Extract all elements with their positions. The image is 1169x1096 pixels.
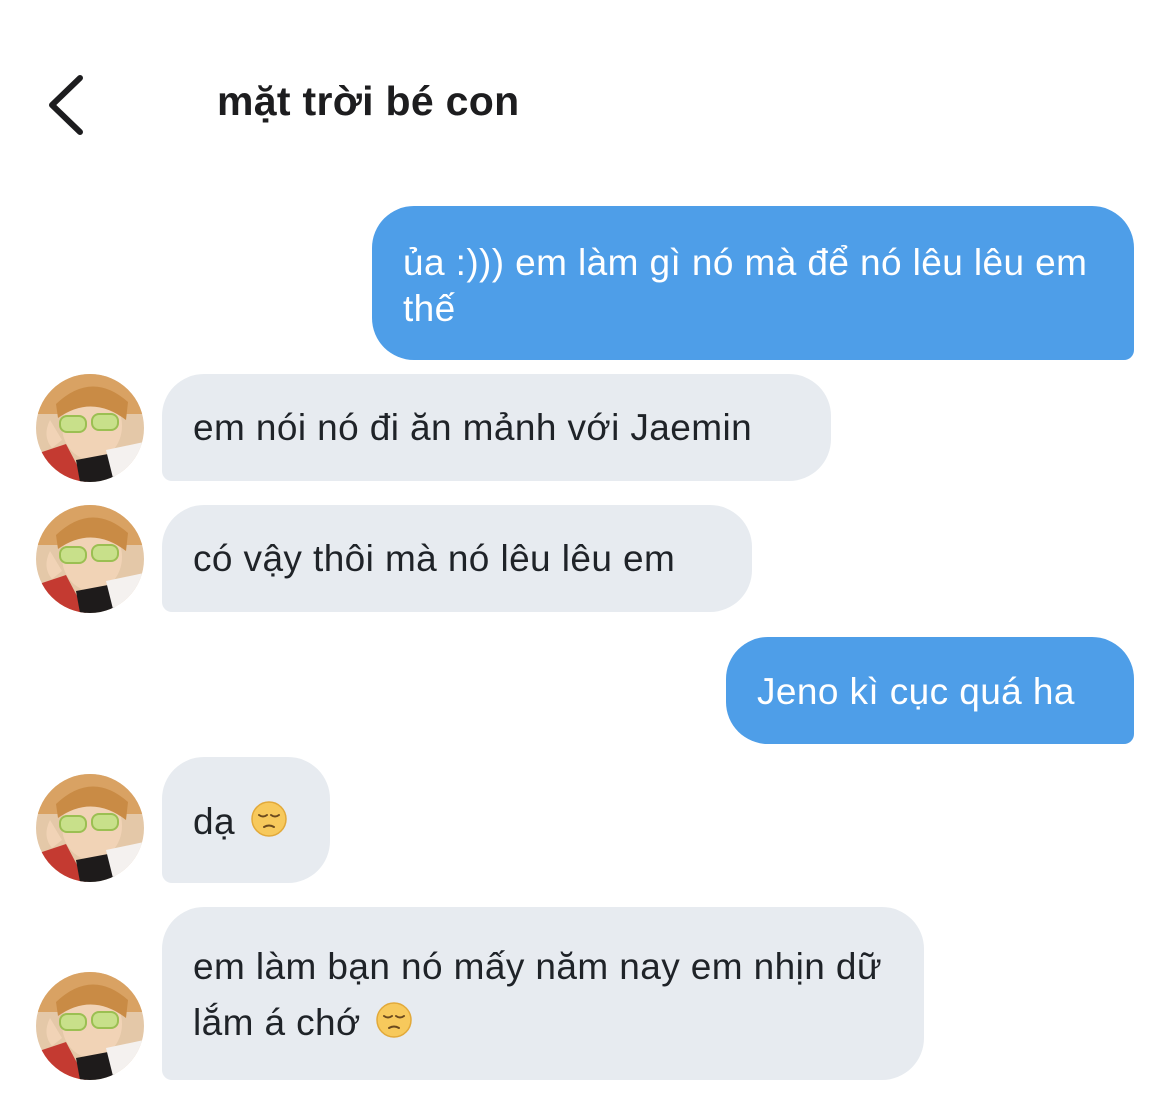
conversation-title: mặt trời bé con	[217, 78, 520, 124]
incoming-message-bubble[interactable]: dạ	[162, 757, 330, 883]
incoming-message-bubble[interactable]: em làm bạn nó mấy năm nay em nhịn dữ lắm…	[162, 907, 924, 1080]
outgoing-message-bubble[interactable]: ủa :))) em làm gì nó mà để nó lêu lêu em…	[372, 206, 1134, 360]
incoming-message-bubble[interactable]: em nói nó đi ăn mảnh với Jaemin	[162, 374, 831, 481]
incoming-message-bubble[interactable]: có vậy thôi mà nó lêu lêu em	[162, 505, 752, 612]
pensive-face-icon	[375, 999, 413, 1055]
back-button[interactable]	[40, 72, 100, 138]
message-text: em làm bạn nó mấy năm nay em nhịn dữ lắm…	[193, 946, 883, 1043]
message-text: Jeno kì cục quá ha	[757, 671, 1075, 712]
pensive-face-icon	[250, 800, 288, 849]
contact-avatar[interactable]	[36, 374, 144, 482]
contact-avatar[interactable]	[36, 505, 144, 613]
message-text: ủa :))) em làm gì nó mà để nó lêu lêu em…	[403, 242, 1088, 329]
contact-avatar[interactable]	[36, 774, 144, 882]
message-text: có vậy thôi mà nó lêu lêu em	[193, 538, 676, 579]
chat-header: mặt trời bé con	[0, 0, 1169, 180]
outgoing-message-bubble[interactable]: Jeno kì cục quá ha	[726, 637, 1134, 744]
message-text: em nói nó đi ăn mảnh với Jaemin	[193, 407, 753, 448]
contact-avatar[interactable]	[36, 972, 144, 1080]
chevron-left-icon	[49, 75, 83, 135]
message-text: dạ	[193, 801, 235, 842]
